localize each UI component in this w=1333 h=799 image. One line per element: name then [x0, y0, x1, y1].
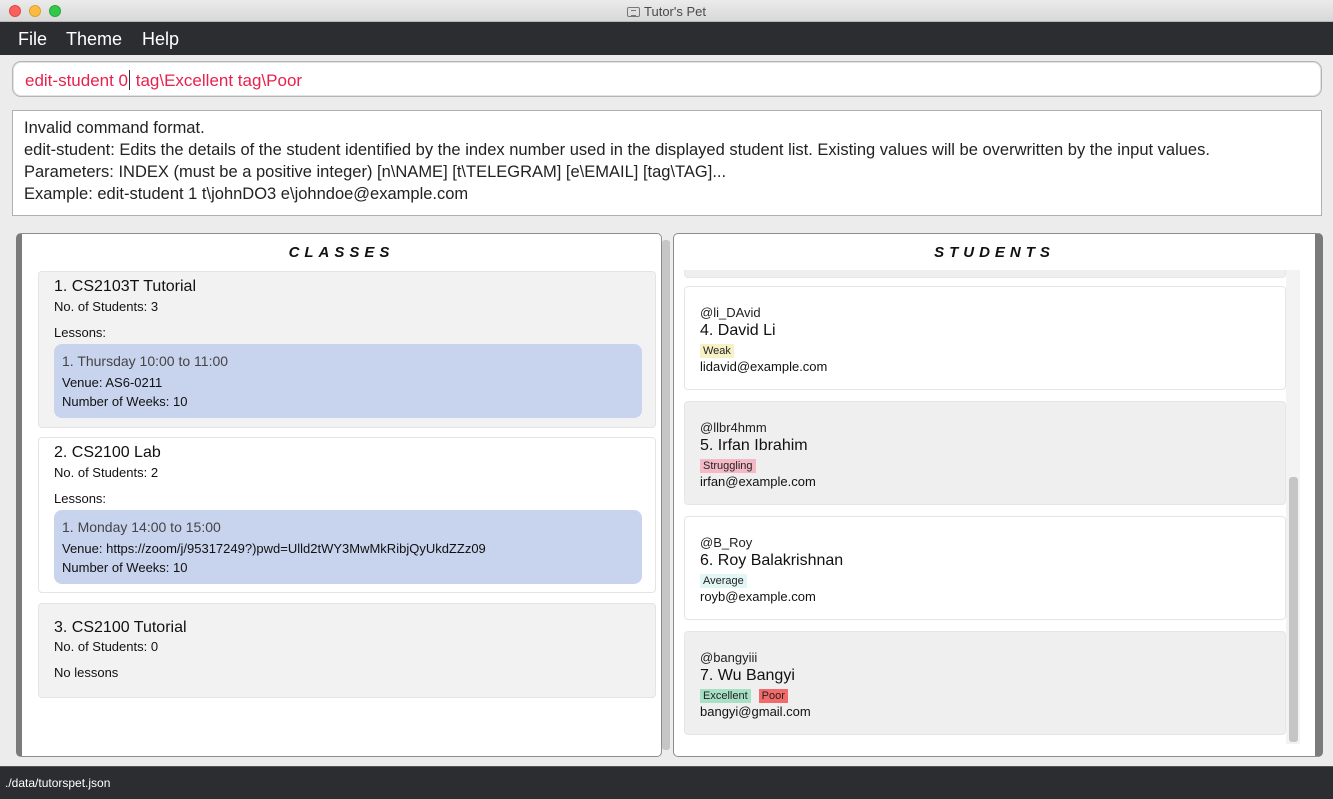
- tag-struggling: Struggling: [700, 459, 756, 473]
- command-text: edit-student 0 tag\Excellent tag\Poor: [25, 70, 302, 91]
- student-email: royb@example.com: [700, 589, 816, 604]
- result-display[interactable]: Invalid command format. edit-student: Ed…: [12, 110, 1322, 216]
- status-bar: ./data/tutorspet.json: [0, 766, 1333, 799]
- tag-average: Average: [700, 574, 747, 588]
- no-lessons-label: No lessons: [54, 665, 119, 680]
- student-card[interactable]: @bangyiii 7. Wu Bangyi Excellent Poor ba…: [684, 631, 1286, 735]
- result-line: Parameters: INDEX (must be a positive in…: [24, 163, 727, 181]
- lesson-venue: Venue: https://zoom/j/95317249?)pwd=Ulld…: [62, 541, 486, 556]
- student-name: 7. Wu Bangyi: [700, 667, 795, 684]
- tag-excellent: Excellent: [700, 689, 751, 703]
- tag-poor: Poor: [758, 689, 788, 703]
- menu-theme[interactable]: Theme: [66, 29, 122, 50]
- class-student-count: No. of Students: 3: [54, 299, 159, 314]
- panel-splitter[interactable]: [662, 240, 670, 750]
- classes-panel: CLASSES 1. CS2103T Tutorial No. of Stude…: [16, 233, 662, 757]
- data-file-path: ./data/tutorspet.json: [5, 776, 111, 790]
- result-line: Invalid command format.: [24, 119, 205, 137]
- class-card[interactable]: 2. CS2100 Lab No. of Students: 2 Lessons…: [38, 437, 656, 593]
- result-line: Example: edit-student 1 t\johnDO3 e\john…: [24, 185, 469, 203]
- lesson-weeks: Number of Weeks: 10: [62, 560, 188, 575]
- window-title-bar: Tutor's Pet: [0, 0, 1333, 22]
- student-email: bangyi@gmail.com: [700, 704, 811, 719]
- app-icon: [627, 7, 641, 17]
- lesson-time: 1. Monday 14:00 to 15:00: [62, 519, 221, 535]
- student-list-scrollbar[interactable]: [1286, 270, 1300, 744]
- lessons-label: Lessons:: [54, 325, 107, 340]
- lesson-weeks: Number of Weeks: 10: [62, 394, 188, 409]
- window-title-text: Tutor's Pet: [644, 4, 706, 19]
- student-name: 5. Irfan Ibrahim: [700, 437, 808, 454]
- student-telegram: @li_DAvid: [700, 305, 761, 320]
- student-email: lidavid@example.com: [700, 359, 828, 374]
- lesson-card[interactable]: 1. Monday 14:00 to 15:00 Venue: https://…: [54, 510, 642, 584]
- menu-bar: File Theme Help: [0, 22, 1333, 55]
- student-card[interactable]: @llbr4hmm 5. Irfan Ibrahim Struggling ir…: [684, 401, 1286, 505]
- command-text-before-caret: edit-student 0: [25, 71, 129, 90]
- command-input[interactable]: edit-student 0 tag\Excellent tag\Poor: [12, 61, 1322, 97]
- class-name: 1. CS2103T Tutorial: [54, 278, 197, 295]
- lessons-label: Lessons:: [54, 491, 107, 506]
- class-card[interactable]: 1. CS2103T Tutorial No. of Students: 3 L…: [38, 271, 656, 428]
- tag-weak: Weak: [700, 344, 734, 358]
- scrollbar-thumb[interactable]: [1289, 477, 1298, 742]
- menu-help[interactable]: Help: [142, 29, 179, 50]
- student-telegram: @B_Roy: [700, 535, 753, 550]
- text-caret: [129, 70, 131, 90]
- window-title: Tutor's Pet: [0, 4, 1333, 19]
- lesson-venue: Venue: AS6-0211: [62, 375, 163, 390]
- student-card[interactable]: @B_Roy 6. Roy Balakrishnan Average royb@…: [684, 516, 1286, 620]
- class-student-count: No. of Students: 0: [54, 639, 159, 654]
- student-card[interactable]: [684, 270, 1286, 278]
- lesson-card[interactable]: 1. Thursday 10:00 to 11:00 Venue: AS6-02…: [54, 344, 642, 418]
- student-telegram: @bangyiii: [700, 650, 758, 665]
- student-email: irfan@example.com: [700, 474, 816, 489]
- class-student-count: No. of Students: 2: [54, 465, 159, 480]
- student-tags: Struggling: [700, 459, 756, 473]
- student-telegram: @llbr4hmm: [700, 420, 767, 435]
- class-name: 3. CS2100 Tutorial: [54, 619, 187, 636]
- student-list[interactable]: @li_DAvid 4. David Li Weak lidavid@examp…: [674, 270, 1286, 742]
- command-text-after-caret: tag\Excellent tag\Poor: [131, 71, 303, 90]
- student-tags: Weak: [700, 344, 734, 358]
- students-panel-title: STUDENTS: [934, 244, 1055, 261]
- lesson-time: 1. Thursday 10:00 to 11:00: [62, 353, 229, 369]
- student-tags: Excellent Poor: [700, 689, 788, 703]
- student-name: 6. Roy Balakrishnan: [700, 552, 844, 569]
- menu-file[interactable]: File: [18, 29, 47, 50]
- student-tags: Average: [700, 574, 747, 588]
- students-panel: STUDENTS @li_DAvid 4. David Li Weak lida…: [673, 233, 1323, 757]
- student-card[interactable]: @li_DAvid 4. David Li Weak lidavid@examp…: [684, 286, 1286, 390]
- result-line: edit-student: Edits the details of the s…: [24, 141, 1210, 159]
- class-name: 2. CS2100 Lab: [54, 444, 161, 461]
- class-card[interactable]: 3. CS2100 Tutorial No. of Students: 0 No…: [38, 603, 656, 698]
- student-name: 4. David Li: [700, 322, 776, 339]
- classes-panel-title: CLASSES: [288, 244, 395, 261]
